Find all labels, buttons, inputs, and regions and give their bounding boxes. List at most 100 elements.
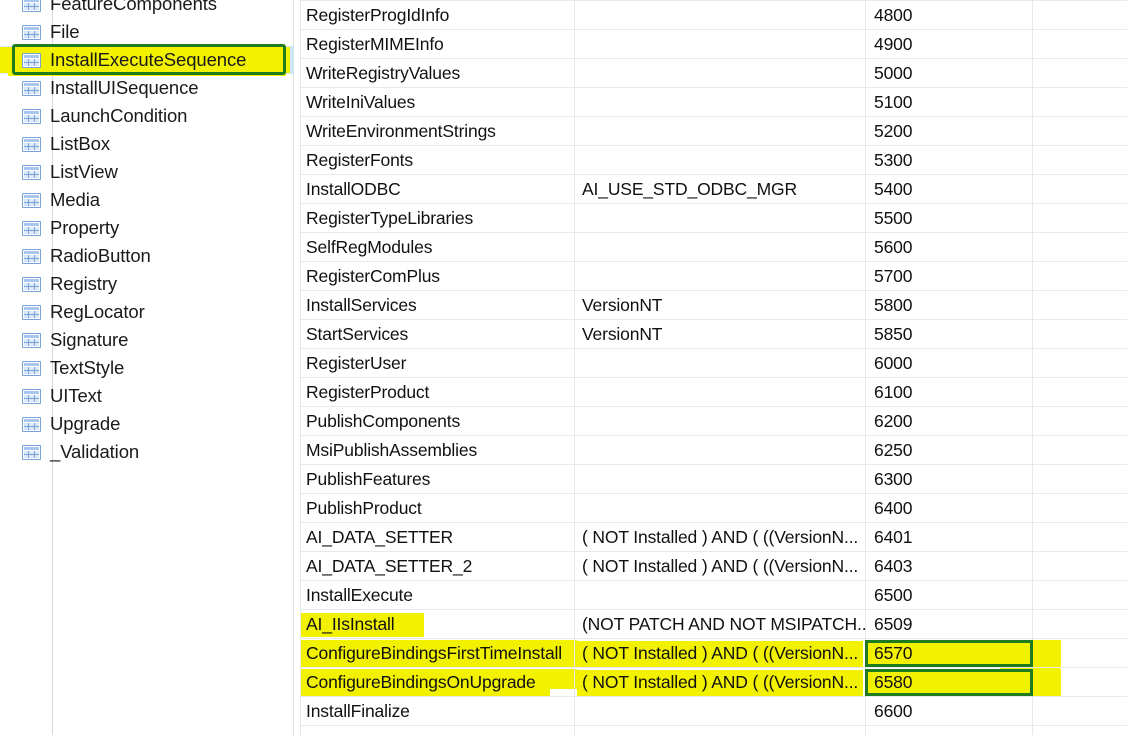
cell-sequence[interactable]: 6570 [866,639,1032,667]
cell-sequence[interactable]: 5000 [866,59,1032,87]
table-row[interactable]: RegisterProduct 6100 [300,378,1127,407]
tree-item-uitext[interactable]: UIText [0,382,294,410]
table-row[interactable]: RegisterUser 6000 [300,349,1127,378]
cell-action[interactable]: RegisterFonts [300,146,574,174]
cell-condition[interactable] [575,262,865,290]
cell-condition[interactable] [575,349,865,377]
cell-action[interactable]: WriteIniValues [300,88,574,116]
cell-sequence[interactable]: 5800 [866,291,1032,319]
cell-condition[interactable]: ( NOT Installed ) AND ( ((VersionN... [575,523,865,551]
cell-action[interactable]: PublishComponents [300,407,574,435]
cell-condition[interactable] [575,378,865,406]
cell-extra[interactable] [1033,581,1127,609]
cell-extra[interactable] [1033,146,1127,174]
cell-extra[interactable] [1033,88,1127,116]
table-row[interactable]: RegisterComPlus 5700 [300,262,1127,291]
table-row[interactable]: InstallServices VersionNT 5800 [300,291,1127,320]
cell-condition[interactable] [575,436,865,464]
cell-action[interactable]: RegisterProgIdInfo [300,1,574,29]
table-row[interactable]: MsiPublishAssemblies 6250 [300,436,1127,465]
cell-action[interactable]: WriteEnvironmentStrings [300,117,574,145]
cell-condition[interactable]: AI_USE_STD_ODBC_MGR [575,175,865,203]
cell-sequence[interactable]: 6300 [866,465,1032,493]
cell-condition[interactable]: ( NOT Installed ) AND ( ((VersionN... [575,552,865,580]
cell-condition[interactable] [575,407,865,435]
cell-extra[interactable] [1033,59,1127,87]
tree-item-property[interactable]: Property [0,214,294,242]
tree-item-listbox[interactable]: ListBox [0,130,294,158]
cell-sequence[interactable]: 6403 [866,552,1032,580]
cell-sequence[interactable]: 6000 [866,349,1032,377]
tree-item-listview[interactable]: ListView [0,158,294,186]
tree-item-radiobutton[interactable]: RadioButton [0,242,294,270]
cell-action[interactable]: RegisterUser [300,349,574,377]
cell-condition[interactable]: (NOT PATCH AND NOT MSIPATCH... [575,610,865,638]
cell-action[interactable]: RegisterProduct [300,378,574,406]
tree-item-featurecomponents[interactable]: FeatureComponents [0,0,294,18]
table-row[interactable]: StartServices VersionNT 5850 [300,320,1127,349]
cell-extra[interactable] [1033,436,1127,464]
cell-condition[interactable]: ( NOT Installed ) AND ( ((VersionN... [575,668,865,696]
tree-item-file[interactable]: File [0,18,294,46]
cell-sequence[interactable]: 6600 [866,697,1032,725]
cell-sequence[interactable]: 6580 [866,668,1032,696]
cell-condition[interactable] [575,88,865,116]
cell-extra[interactable] [1033,262,1127,290]
cell-sequence[interactable]: 4800 [866,1,1032,29]
table-row[interactable]: RegisterMIMEInfo 4900 [300,30,1127,59]
table-row[interactable]: SelfRegModules 5600 [300,233,1127,262]
table-row[interactable]: AI_DATA_SETTER ( NOT Installed ) AND ( ((… [300,523,1127,552]
tree-item-reglocator[interactable]: RegLocator [0,298,294,326]
cell-condition[interactable] [575,233,865,261]
cell-action[interactable]: WriteRegistryValues [300,59,574,87]
cell-action[interactable]: InstallFinalize [300,697,574,725]
cell-extra[interactable] [1033,523,1127,551]
table-row[interactable]: AI_IIsInstall (NOT PATCH AND NOT MSIPATCH… [300,610,1127,639]
cell-action[interactable]: RegisterTypeLibraries [300,204,574,232]
cell-condition[interactable]: VersionNT [575,320,865,348]
cell-extra[interactable] [1033,291,1127,319]
cell-action[interactable]: PublishProduct [300,494,574,522]
tree-item-launchcondition[interactable]: LaunchCondition [0,102,294,130]
cell-condition[interactable] [575,117,865,145]
tree-item-upgrade[interactable]: Upgrade [0,410,294,438]
cell-sequence[interactable]: 5850 [866,320,1032,348]
table-row[interactable]: AI_DATA_SETTER_2 ( NOT Installed ) AND ( … [300,552,1127,581]
cell-sequence[interactable]: 5700 [866,262,1032,290]
tree-item-signature[interactable]: Signature [0,326,294,354]
table-row[interactable]: WriteRegistryValues 5000 [300,59,1127,88]
cell-action[interactable]: AI_DATA_SETTER_2 [300,552,574,580]
cell-condition[interactable] [575,146,865,174]
cell-extra[interactable] [1033,465,1127,493]
cell-action[interactable]: InstallServices [300,291,574,319]
tree-item-registry[interactable]: Registry [0,270,294,298]
cell-sequence[interactable]: 5100 [866,88,1032,116]
table-row[interactable]: ConfigureBindingsFirstTimeInstall ( NOT I… [300,639,1127,668]
table-row[interactable]: WriteIniValues 5100 [300,88,1127,117]
sequence-table-grid[interactable]: _RegisterProgIdInfo4800RegisterMIMEInfo4… [300,0,1127,735]
cell-sequence[interactable]: 6250 [866,436,1032,464]
cell-action[interactable]: InstallExecute [300,581,574,609]
cell-extra[interactable] [1033,407,1127,435]
cell-extra[interactable] [1033,639,1127,667]
cell-action[interactable]: PublishFeatures [300,465,574,493]
table-row[interactable]: RegisterProgIdInfo 4800 [300,1,1127,30]
cell-condition[interactable] [575,1,865,29]
table-row[interactable]: WriteEnvironmentStrings 5200 [300,117,1127,146]
cell-extra[interactable] [1033,552,1127,580]
tree-item-installexecutesequence[interactable]: InstallExecuteSequence [0,46,294,74]
tree-item-validation[interactable]: _Validation [0,438,294,466]
cell-sequence[interactable]: 6400 [866,494,1032,522]
table-row[interactable]: InstallExecute 6500 [300,581,1127,610]
cell-action[interactable]: RegisterComPlus [300,262,574,290]
cell-action[interactable]: SelfRegModules [300,233,574,261]
cell-action[interactable]: MsiPublishAssemblies [300,436,574,464]
cell-sequence[interactable]: 5500 [866,204,1032,232]
table-row[interactable]: RegisterFonts 5300 [300,146,1127,175]
cell-sequence[interactable]: 5400 [866,175,1032,203]
cell-condition[interactable] [575,204,865,232]
cell-action[interactable]: InstallODBC [300,175,574,203]
table-row[interactable]: InstallODBC AI_USE_STD_ODBC_MGR 5400 [300,175,1127,204]
cell-extra[interactable] [1033,175,1127,203]
tree-item-textstyle[interactable]: TextStyle [0,354,294,382]
